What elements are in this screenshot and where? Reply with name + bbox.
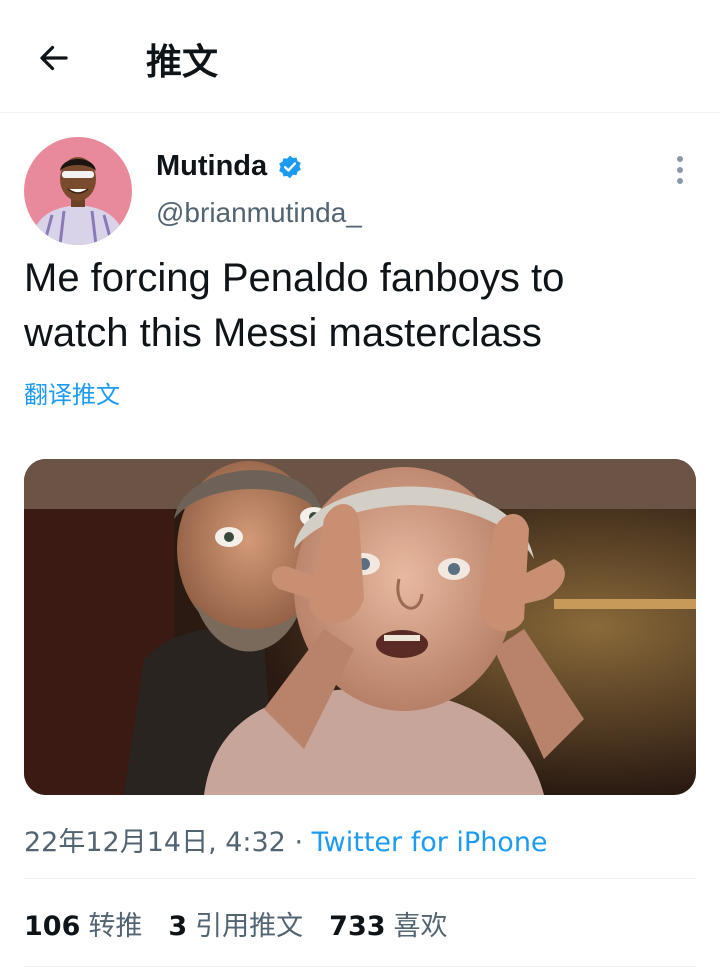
arrow-left-icon [40,45,68,71]
tweet-stats: 106 转推 3 引用推文 733 喜欢 [24,904,448,943]
more-options-icon[interactable] [668,150,692,190]
divider [24,966,696,967]
author-handle[interactable]: @brianmutinda_ [156,197,362,229]
tweet-media-image[interactable] [24,459,696,795]
meta-separator: · [285,827,312,858]
retweets-stat[interactable]: 106 转推 [24,904,142,943]
author-name[interactable]: Mutinda [156,150,267,183]
avatar[interactable] [24,137,132,245]
top-navigation-bar: 推文 [0,0,720,113]
quotes-stat[interactable]: 3 引用推文 [168,904,303,943]
retweets-label: 转推 [88,911,143,942]
verified-badge-icon [279,155,301,178]
translate-tweet-link[interactable]: 翻译推文 [24,375,120,410]
tweet-text: Me forcing Penaldo fanboys to watch this… [24,251,694,361]
likes-stat[interactable]: 733 喜欢 [329,904,447,943]
likes-label: 喜欢 [393,911,448,942]
tweet-metadata: 22年12月14日, 4:32 · Twitter for iPhone [24,820,548,859]
back-button[interactable] [30,34,78,82]
likes-count: 733 [329,911,386,942]
tweet-source-link[interactable]: Twitter for iPhone [312,827,548,858]
quotes-label: 引用推文 [195,911,304,942]
retweets-count: 106 [24,911,81,942]
tweet-text-line-1: Me forcing Penaldo fanboys to [24,256,565,300]
tweet-text-line-2: watch this Messi masterclass [24,311,542,355]
page-title: 推文 [146,42,219,83]
quotes-count: 3 [168,911,188,942]
divider [24,878,696,879]
author-name-row: Mutinda [156,150,303,183]
tweet-timestamp[interactable]: 22年12月14日, 4:32 [24,827,286,858]
